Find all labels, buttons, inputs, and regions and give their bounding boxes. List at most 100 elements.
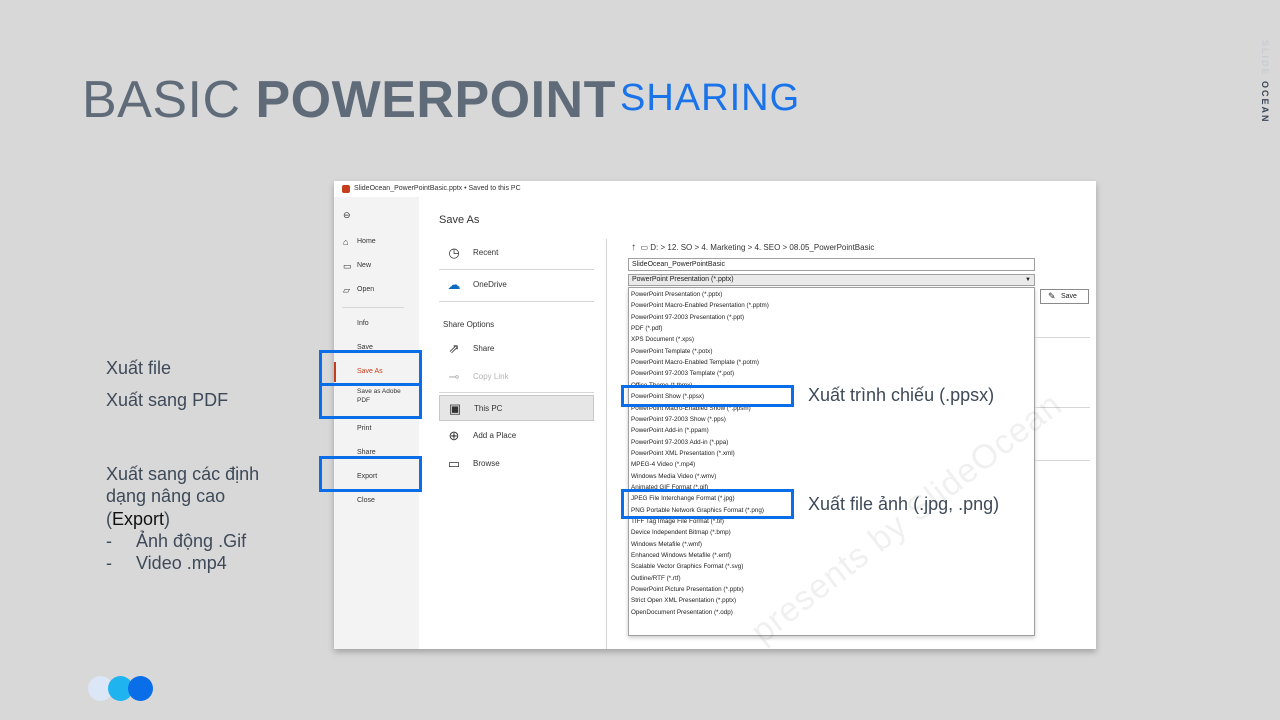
note-bullet-dash-1: - — [106, 531, 112, 551]
globe-icon: ⊕ — [448, 428, 460, 443]
breadcrumb-path: D: > 12. SO > 4. Marketing > 4. SEO > 08… — [650, 243, 875, 252]
file-type-option[interactable]: OpenDocument Presentation (*.odp) — [631, 607, 733, 618]
share-icon: ⇗ — [448, 341, 460, 356]
location-this-pc-label: This PC — [474, 404, 503, 413]
file-type-option[interactable]: PowerPoint Presentation (*.pptx) — [631, 289, 722, 300]
file-type-option[interactable]: Scalable Vector Graphics Format (*.svg) — [631, 561, 743, 572]
highlight-export — [319, 456, 422, 492]
file-type-option[interactable]: PowerPoint Template (*.potx) — [631, 346, 712, 357]
note-bullet-mp4: Video .mp4 — [136, 553, 227, 573]
brand-line1: SLIDE — [1260, 40, 1270, 77]
file-type-option[interactable]: PowerPoint Add-in (*.ppam) — [631, 425, 709, 436]
file-type-option[interactable]: PowerPoint 97-2003 Show (*.pps) — [631, 414, 726, 425]
save-button-label: Save — [1061, 293, 1077, 300]
note-advanced-1: Xuất sang các định — [106, 464, 260, 484]
callout-slideshow: Xuất trình chiếu (.ppsx) — [808, 385, 995, 405]
home-icon: ⌂ — [343, 237, 349, 247]
folder-icon: ▭ — [640, 243, 649, 252]
nav-home-label: Home — [357, 238, 376, 245]
location-copy-link-label: Copy Link — [473, 372, 509, 381]
share-options-header: Share Options — [443, 320, 495, 329]
nav-open[interactable]: ▱ Open — [334, 283, 419, 297]
nav-close-label: Close — [357, 497, 375, 504]
location-share[interactable]: ⇗ Share — [439, 336, 594, 362]
save-button[interactable]: ✎ Save — [1040, 289, 1089, 304]
location-divider — [439, 301, 594, 302]
file-type-option[interactable]: PowerPoint Macro-Enabled Template (*.pot… — [631, 357, 759, 368]
file-type-option[interactable]: Strict Open XML Presentation (*.pptx) — [631, 595, 736, 606]
note-bullet-gif: Ảnh động .Gif — [136, 531, 247, 551]
nav-new[interactable]: ▭ New — [334, 259, 419, 273]
clock-icon: ◷ — [448, 245, 460, 260]
new-icon: ▭ — [343, 261, 352, 271]
paren-close: ) — [164, 509, 171, 529]
file-type-option[interactable]: Enhanced Windows Metafile (*.emf) — [631, 550, 731, 561]
save-icon: ✎ — [1048, 291, 1056, 301]
location-divider — [439, 269, 594, 270]
file-type-option[interactable]: Outline/RTF (*.rtf) — [631, 573, 681, 584]
powerpoint-window: SlideOcean_PowerPointBasic.pptx • Saved … — [334, 181, 1096, 649]
location-add-place[interactable]: ⊕ Add a Place — [439, 423, 594, 449]
file-name-input[interactable]: SlideOcean_PowerPointBasic — [628, 258, 1035, 271]
file-type-option[interactable]: PowerPoint Macro-Enabled Presentation (*… — [631, 300, 769, 311]
title-bold: POWERPOINT — [255, 71, 616, 129]
nav-print[interactable]: Print — [334, 422, 419, 436]
nav-close[interactable]: Close — [334, 494, 419, 508]
file-type-option[interactable]: PowerPoint 97-2003 Add-in (*.ppa) — [631, 437, 728, 448]
breadcrumb[interactable]: ↑ ▭ D: > 12. SO > 4. Marketing > 4. SEO … — [631, 242, 874, 253]
file-type-option[interactable]: Device Independent Bitmap (*.bmp) — [631, 527, 731, 538]
pc-icon: ▣ — [448, 401, 462, 416]
file-type-option[interactable]: XPS Document (*.xps) — [631, 334, 694, 345]
chevron-down-icon: ▼ — [1025, 277, 1031, 283]
file-type-select[interactable]: PowerPoint Presentation (*.pptx) ▼ — [628, 274, 1035, 286]
brand-logo: SLIDE OCEAN — [1260, 40, 1270, 124]
file-type-option[interactable]: Windows Media Video (*.wmv) — [631, 471, 716, 482]
note-export-file: Xuất file — [106, 358, 172, 378]
save-as-panel: Save As ◷ Recent ☁ OneDrive Share Options … — [419, 197, 1096, 649]
location-divider — [439, 392, 594, 393]
up-arrow-icon[interactable]: ↑ — [631, 242, 636, 253]
nav-share-label: Share — [357, 449, 376, 456]
open-icon: ▱ — [343, 285, 350, 295]
panel-divider — [606, 239, 607, 649]
highlight-ppsx — [621, 385, 794, 407]
nav-divider — [342, 307, 404, 308]
highlight-save-as-pdf — [319, 383, 422, 419]
location-copy-link[interactable]: ⊸ Copy Link — [439, 364, 594, 390]
back-button[interactable]: ⊖ — [334, 208, 419, 222]
nav-info[interactable]: Info — [334, 317, 419, 331]
location-onedrive-label: OneDrive — [473, 280, 507, 289]
file-type-option[interactable]: PowerPoint XML Presentation (*.xml) — [631, 448, 735, 459]
nav-home[interactable]: ⌂ Home — [334, 235, 419, 249]
note-export-pdf: Xuất sang PDF — [106, 390, 229, 410]
file-type-option[interactable]: PDF (*.pdf) — [631, 323, 663, 334]
callout-image: Xuất file ảnh (.jpg, .png) — [808, 494, 1000, 514]
file-type-option[interactable]: MPEG-4 Video (*.mp4) — [631, 459, 695, 470]
file-type-option[interactable]: PowerPoint Picture Presentation (*.pptx) — [631, 584, 744, 595]
note-bullet-dash-2: - — [106, 553, 112, 573]
location-onedrive[interactable]: ☁ OneDrive — [439, 272, 594, 298]
title-light: BASIC — [82, 71, 256, 129]
file-type-value: PowerPoint Presentation (*.pptx) — [632, 276, 734, 283]
cloud-icon: ☁ — [447, 277, 461, 292]
link-icon: ⊸ — [448, 369, 460, 384]
nav-print-label: Print — [357, 425, 372, 432]
file-type-option[interactable]: PowerPoint 97-2003 Presentation (*.ppt) — [631, 312, 744, 323]
location-recent[interactable]: ◷ Recent — [439, 240, 594, 266]
location-browse-label: Browse — [473, 459, 500, 468]
location-browse[interactable]: ▭ Browse — [439, 451, 594, 477]
powerpoint-app-icon — [342, 185, 350, 193]
file-type-option[interactable]: PowerPoint 97-2003 Template (*.pot) — [631, 368, 734, 379]
slide-subtitle: SHARING — [620, 77, 801, 119]
backstage-nav: ⊖ ⌂ Home ▭ New ▱ Open Info Save Save As Sav… — [334, 197, 419, 649]
right-divider — [1035, 460, 1090, 461]
right-divider — [1035, 337, 1090, 338]
location-this-pc[interactable]: ▣ This PC — [439, 395, 594, 421]
file-type-option[interactable]: Windows Metafile (*.wmf) — [631, 539, 702, 550]
brand-line2: OCEAN — [1260, 81, 1270, 124]
nav-info-label: Info — [357, 320, 369, 327]
nav-open-label: Open — [357, 286, 375, 293]
location-add-place-label: Add a Place — [473, 431, 517, 440]
window-titlebar: SlideOcean_PowerPointBasic.pptx • Saved … — [334, 181, 1096, 197]
highlight-image-formats — [621, 489, 794, 519]
